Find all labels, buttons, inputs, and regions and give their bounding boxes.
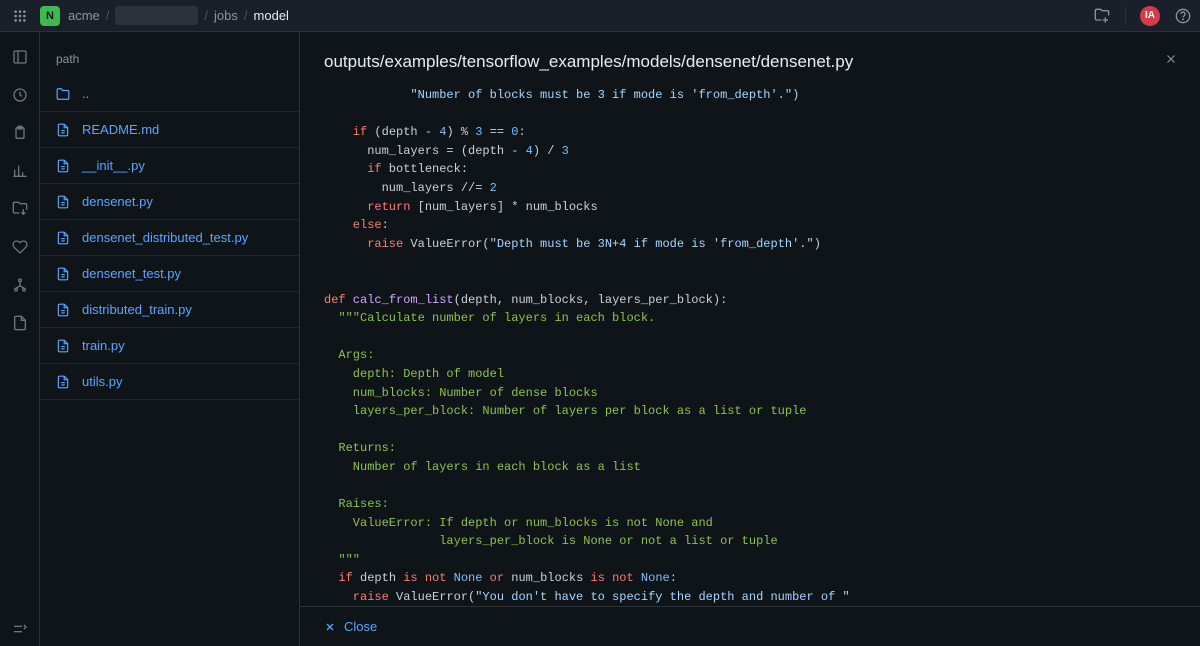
- close-icon: [324, 621, 336, 633]
- file-icon: [56, 339, 72, 353]
- crumb-current: model: [254, 8, 289, 23]
- file-name: README.md: [82, 122, 159, 137]
- file-name: distributed_train.py: [82, 302, 192, 317]
- file-row[interactable]: train.py: [40, 328, 299, 364]
- file-icon: [56, 195, 72, 209]
- file-icon[interactable]: [11, 314, 29, 332]
- divider: [1125, 7, 1126, 25]
- code-viewer: outputs/examples/tensorflow_examples/mod…: [300, 32, 1200, 646]
- app-menu-icon[interactable]: [8, 4, 32, 28]
- crumb-sep: /: [244, 8, 248, 23]
- folder-icon: [56, 87, 72, 101]
- file-icon: [56, 303, 72, 317]
- file-name: densenet_distributed_test.py: [82, 230, 248, 245]
- file-name: utils.py: [82, 374, 122, 389]
- chart-icon[interactable]: [11, 162, 29, 180]
- file-row[interactable]: utils.py: [40, 364, 299, 400]
- file-icon: [56, 231, 72, 245]
- code-line: "Number of blocks must be 3 if mode is '…: [324, 88, 799, 102]
- file-icon: [56, 159, 72, 173]
- file-row[interactable]: distributed_train.py: [40, 292, 299, 328]
- file-row[interactable]: densenet.py: [40, 184, 299, 220]
- clipboard-icon[interactable]: [11, 124, 29, 142]
- tree-icon[interactable]: [11, 276, 29, 294]
- heart-icon[interactable]: [11, 238, 29, 256]
- file-row-parent[interactable]: ..: [40, 76, 299, 112]
- file-name: __init__.py: [82, 158, 145, 173]
- file-row[interactable]: densenet_test.py: [40, 256, 299, 292]
- crumb-project[interactable]: xxxxxx: [115, 6, 198, 25]
- topbar: N acme / xxxxxx / jobs / model IA: [0, 0, 1200, 32]
- side-rail: [0, 32, 40, 646]
- file-list-header: path: [40, 52, 299, 76]
- file-list: path .. README.md __init__.py densenet.p…: [40, 32, 300, 646]
- file-icon: [56, 375, 72, 389]
- file-row[interactable]: __init__.py: [40, 148, 299, 184]
- avatar[interactable]: IA: [1140, 6, 1160, 26]
- help-icon[interactable]: [1174, 7, 1192, 25]
- file-name: densenet_test.py: [82, 266, 181, 281]
- download-folder-icon[interactable]: [11, 200, 29, 218]
- file-icon: [56, 267, 72, 281]
- close-icon[interactable]: [1164, 52, 1178, 66]
- close-label: Close: [344, 619, 377, 634]
- file-name: densenet.py: [82, 194, 153, 209]
- file-name: ..: [82, 86, 89, 101]
- org-badge[interactable]: N: [40, 6, 60, 26]
- file-row[interactable]: densenet_distributed_test.py: [40, 220, 299, 256]
- code-content: "Number of blocks must be 3 if mode is '…: [300, 86, 1200, 606]
- crumb-section[interactable]: jobs: [214, 8, 238, 23]
- collapse-icon[interactable]: [11, 628, 29, 646]
- viewer-path: outputs/examples/tensorflow_examples/mod…: [300, 32, 1200, 86]
- breadcrumb: acme / xxxxxx / jobs / model: [68, 6, 289, 25]
- file-row[interactable]: README.md: [40, 112, 299, 148]
- history-icon[interactable]: [11, 86, 29, 104]
- crumb-sep: /: [204, 8, 208, 23]
- close-button[interactable]: Close: [300, 606, 1200, 646]
- panel-icon[interactable]: [11, 48, 29, 66]
- file-icon: [56, 123, 72, 137]
- new-folder-icon[interactable]: [1093, 7, 1111, 25]
- crumb-org[interactable]: acme: [68, 8, 100, 23]
- file-name: train.py: [82, 338, 125, 353]
- crumb-sep: /: [106, 8, 110, 23]
